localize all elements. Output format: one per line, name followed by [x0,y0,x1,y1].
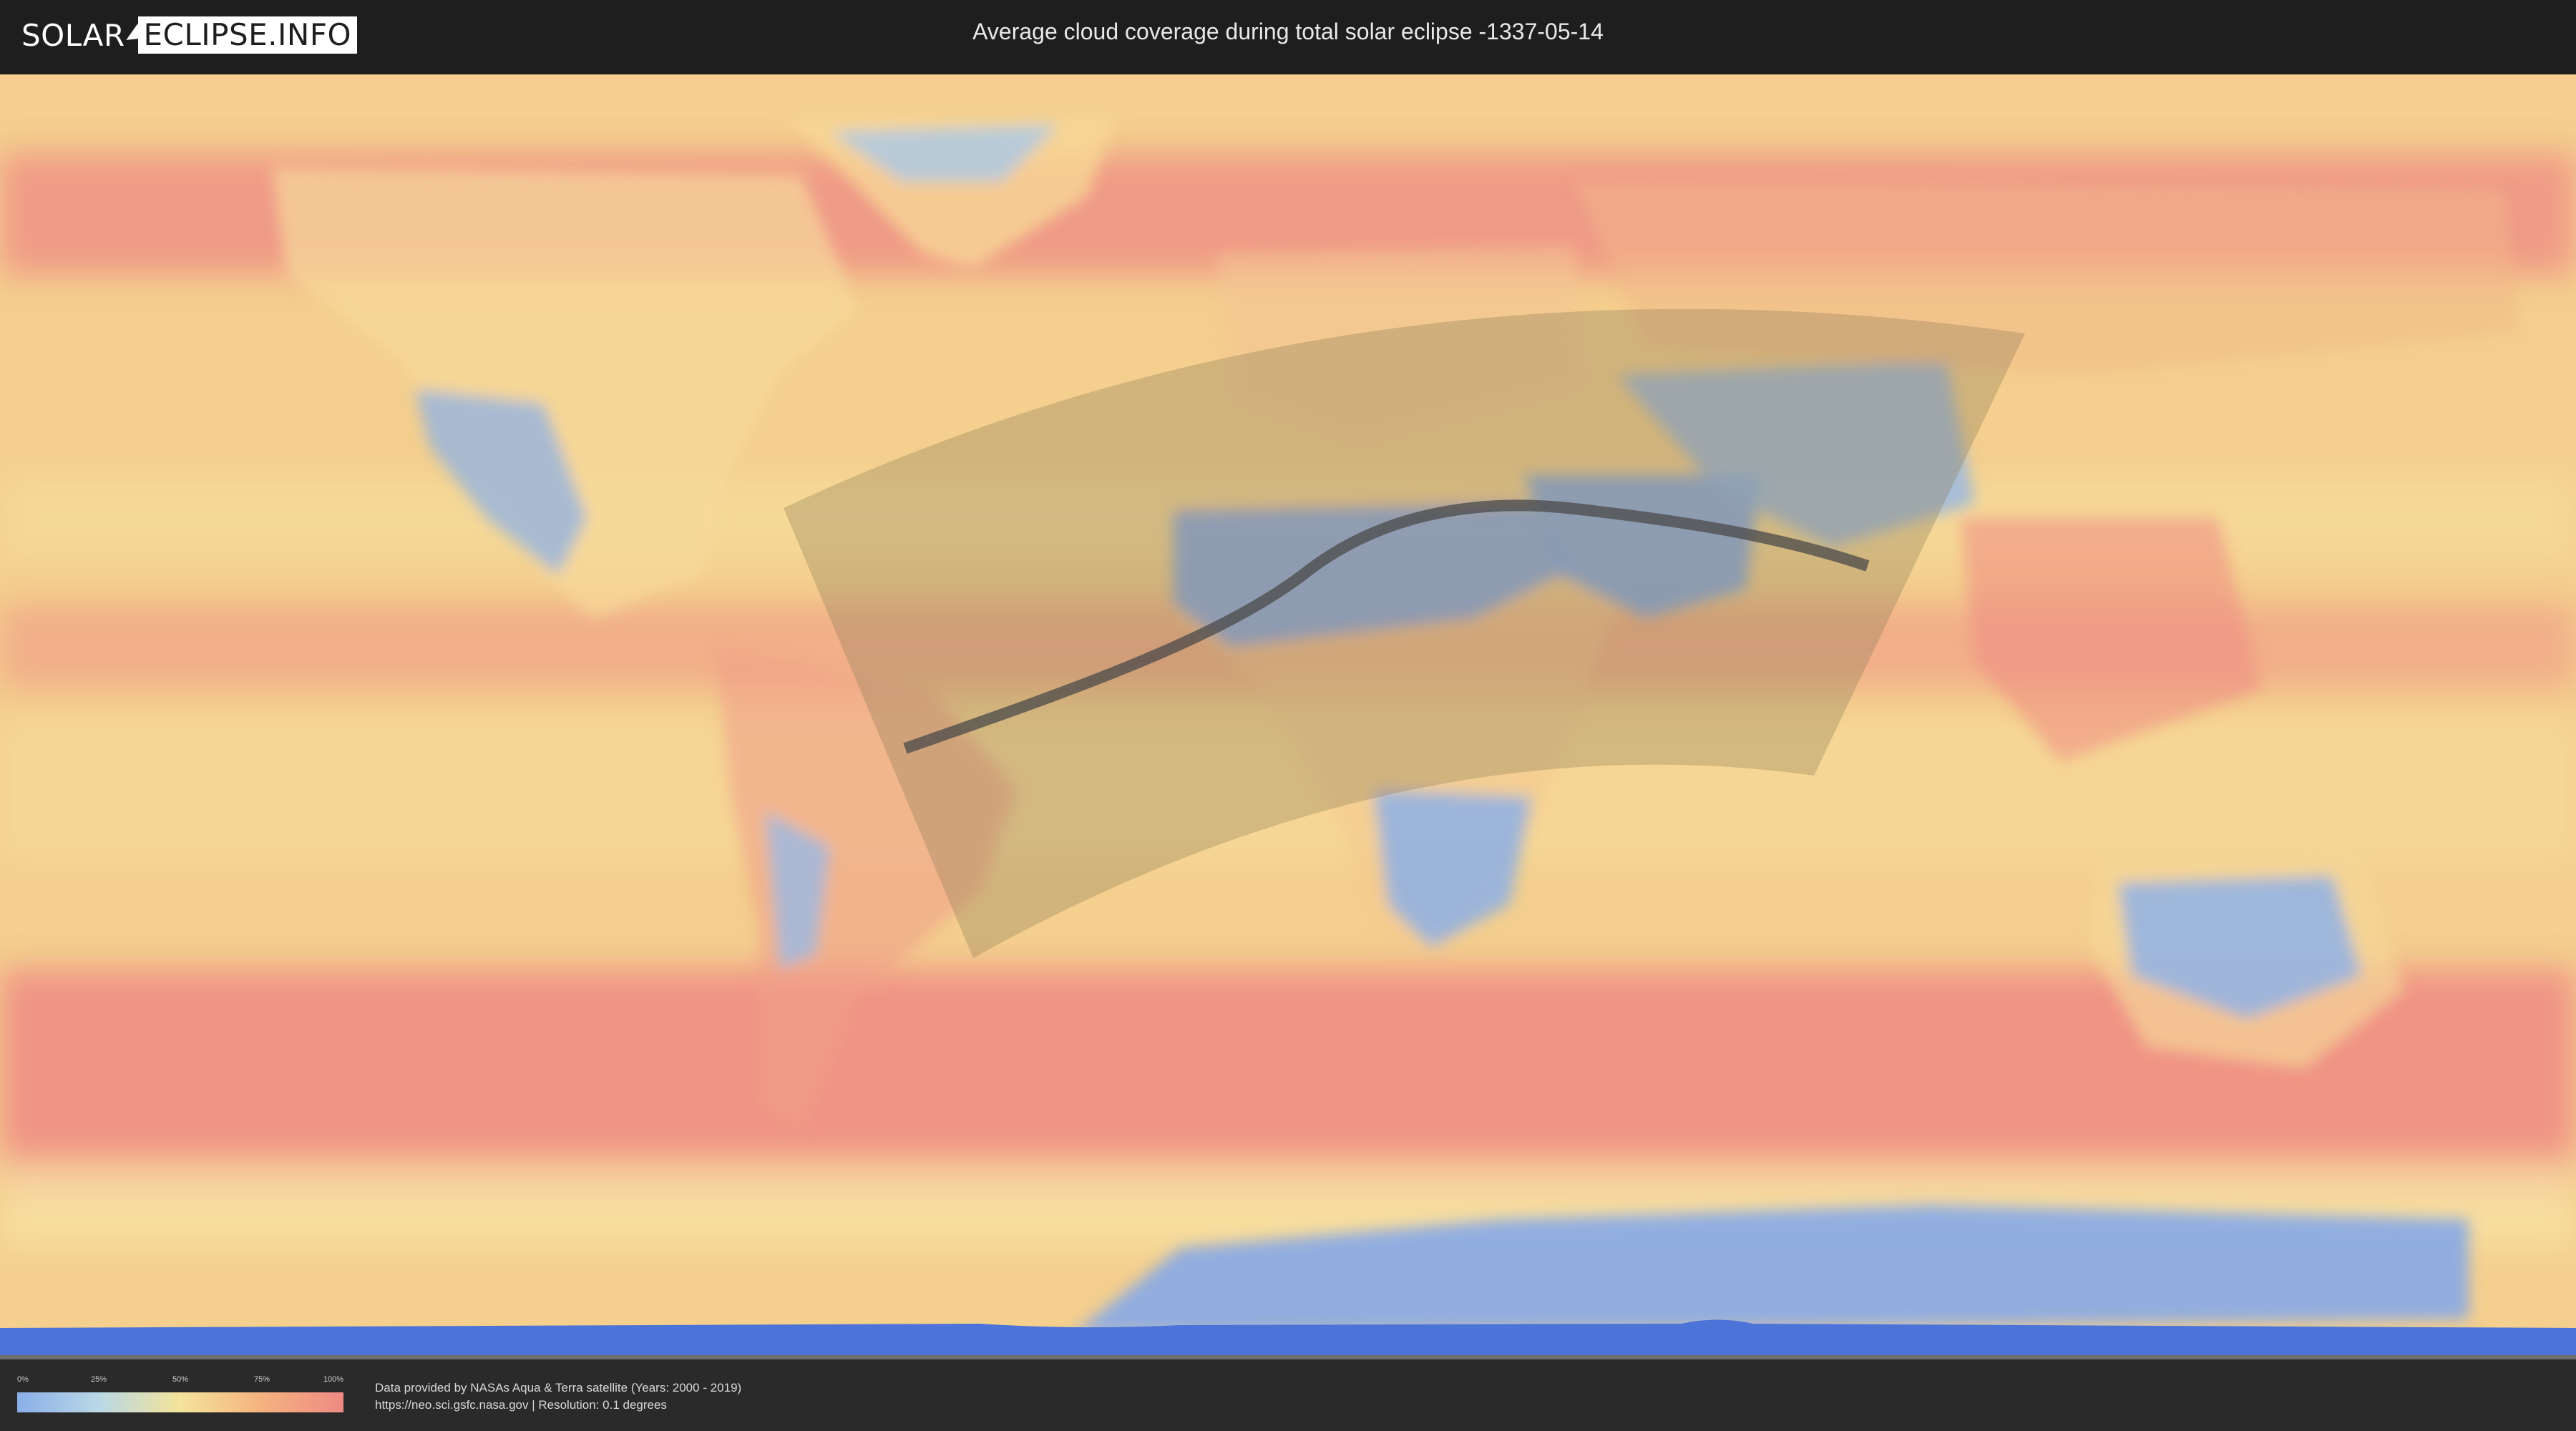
cloud-coverage-map[interactable] [0,74,2576,1359]
legend-tick-25: 25% [90,1375,107,1384]
header-bar: SOLAR ECLIPSE.INFO Average cloud coverag… [0,0,2576,74]
credit-line-url[interactable]: https://neo.sci.gsfc.nasa.gov | Resoluti… [375,1397,741,1414]
legend-tick-75: 75% [253,1375,270,1384]
data-credit: Data provided by NASAs Aqua & Terra sate… [375,1379,741,1414]
credit-line-source: Data provided by NASAs Aqua & Terra sate… [375,1381,742,1395]
page-title: Average cloud coverage during total sola… [972,19,1604,44]
legend-color-ramp [17,1392,343,1412]
legend-tick-100: 100% [323,1375,343,1384]
legend-tick-0: 0% [17,1375,29,1384]
footer-bar: 0% 25% 50% 75% 100% Data provided by NAS… [0,1359,2576,1431]
legend-tick-50: 50% [172,1375,189,1384]
